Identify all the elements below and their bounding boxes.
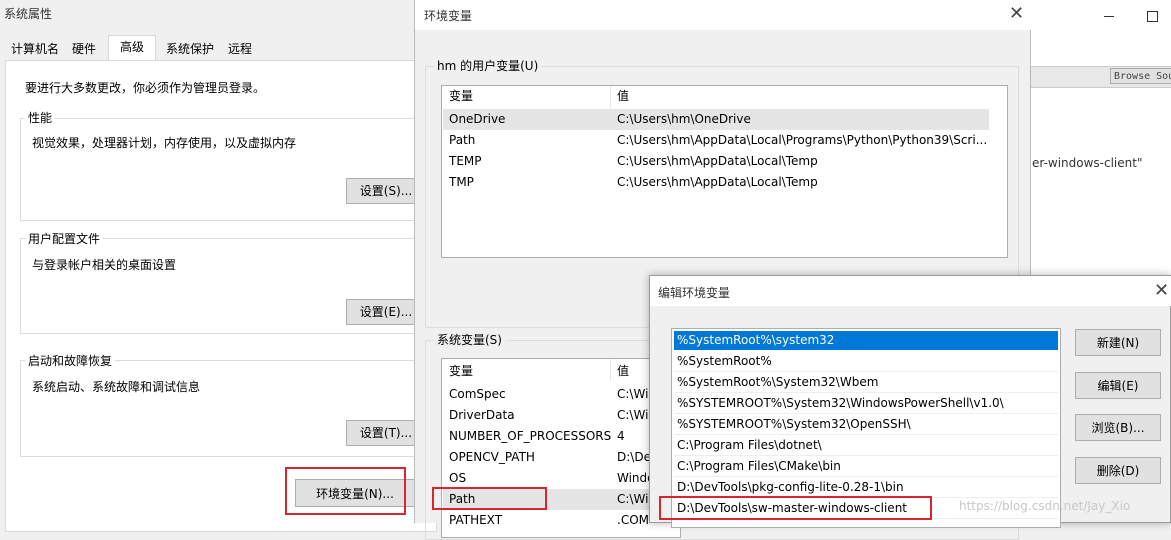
startup-recovery-desc: 系统启动、系统故障和调试信息 <box>32 380 201 394</box>
list-item-value: C:\Wir <box>617 387 654 401</box>
browse-button[interactable]: 浏览(B)... <box>1075 414 1161 441</box>
browse-source-button[interactable]: Browse Sou <box>1110 68 1171 84</box>
close-icon[interactable]: ✕ <box>1154 280 1169 301</box>
maximize-icon[interactable] <box>1147 11 1158 22</box>
list-item[interactable]: Path <box>449 130 475 151</box>
tab-system-protection[interactable]: 系统保护 <box>160 38 220 60</box>
list-item-value: C:\Wir <box>617 492 654 506</box>
list-item-value: .COM <box>617 513 649 527</box>
column-divider <box>610 359 611 381</box>
column-header-variable[interactable]: 变量 <box>449 86 473 107</box>
watermark-text: https://blog.csdn.net/Jay_Xio <box>959 499 1131 513</box>
user-vars-label: hm 的用户变量(U) <box>434 57 542 74</box>
tab-hardware[interactable]: 硬件 <box>66 38 102 60</box>
list-item[interactable]: %SYSTEMROOT%\System32\OpenSSH\ <box>677 414 911 435</box>
list-item-value: C:\Users\hm\OneDrive <box>617 112 751 126</box>
list-item-value: C:\Wir <box>617 408 654 422</box>
list-item[interactable]: C:\Program Files\CMake\bin <box>677 456 841 477</box>
column-header-variable[interactable]: 变量 <box>449 361 473 382</box>
new-button[interactable]: 新建(N) <box>1075 329 1161 356</box>
new-entry-highlight <box>659 496 932 520</box>
column-header-value[interactable]: 值 <box>617 361 629 382</box>
list-item[interactable]: OneDrive <box>449 109 505 130</box>
list-item[interactable]: DriverData <box>449 405 515 426</box>
startup-recovery-label: 启动和故障恢复 <box>25 352 116 369</box>
column-divider <box>610 86 611 108</box>
system-vars-label: 系统变量(S) <box>434 331 505 348</box>
list-item[interactable]: C:\Program Files\dotnet\ <box>677 435 822 456</box>
list-item[interactable]: NUMBER_OF_PROCESSORS <box>449 426 611 447</box>
column-header-value[interactable]: 值 <box>617 86 629 107</box>
performance-label: 性能 <box>25 109 56 126</box>
tab-computer-name[interactable]: 计算机名 <box>6 38 64 60</box>
delete-button[interactable]: 删除(D) <box>1075 457 1161 484</box>
list-item-value: 4 <box>617 429 625 443</box>
list-item-value: C:\Users\hm\AppData\Local\Temp <box>617 175 818 189</box>
env-window-title: 环境变量 <box>424 9 473 23</box>
list-item[interactable]: PATHEXT <box>449 510 502 531</box>
performance-desc: 视觉效果，处理器计划，内存使用，以及虚拟内存 <box>32 136 297 150</box>
env-button-highlight <box>285 467 406 515</box>
list-item[interactable]: TMP <box>449 172 474 193</box>
edit-dialog-title: 编辑环境变量 <box>658 286 731 300</box>
list-item[interactable]: %SystemRoot% <box>677 351 772 372</box>
tab-advanced[interactable]: 高级 <box>108 35 156 61</box>
path-row-highlight <box>432 487 547 510</box>
list-item[interactable]: OPENCV_PATH <box>449 447 535 468</box>
tab-remote[interactable]: 远程 <box>222 38 258 60</box>
list-item[interactable]: %SystemRoot%\system32 <box>677 330 834 351</box>
edit-button[interactable]: 编辑(E) <box>1075 372 1161 399</box>
list-item[interactable]: ComSpec <box>449 384 506 405</box>
window-title: 系统属性 <box>4 7 53 21</box>
env-titlebar <box>415 0 1032 30</box>
edit-env-var-dialog: 编辑环境变量 ✕ %SystemRoot%\system32 %SystemRo… <box>649 275 1171 528</box>
system-properties-window: 系统属性 计算机名 硬件 高级 系统保护 远程 要进行大多数更改，你必须作为管理… <box>0 0 437 532</box>
admin-notice: 要进行大多数更改，你必须作为管理员登录。 <box>25 81 266 95</box>
list-item[interactable]: %SystemRoot%\System32\Wbem <box>677 372 878 393</box>
background-text: er-windows-client" <box>1032 156 1143 170</box>
system-vars-list[interactable]: 变量 值 ComSpec C:\Wir DriverData C:\Wir NU… <box>441 358 681 538</box>
list-item-value: C:\Users\hm\AppData\Local\Temp <box>617 154 818 168</box>
user-profile-desc: 与登录帐户相关的桌面设置 <box>32 258 177 272</box>
list-item[interactable]: D:\DevTools\pkg-config-lite-0.28-1\bin <box>677 477 904 498</box>
close-icon[interactable]: ✕ <box>1009 3 1024 24</box>
list-item[interactable]: OS <box>449 468 466 489</box>
list-item-value: C:\Users\hm\AppData\Local\Programs\Pytho… <box>617 133 988 147</box>
minimize-icon[interactable] <box>1104 16 1114 17</box>
list-item[interactable]: TEMP <box>449 151 482 172</box>
user-profile-label: 用户配置文件 <box>25 230 104 247</box>
list-item[interactable]: %SYSTEMROOT%\System32\WindowsPowerShell\… <box>677 393 1004 414</box>
user-vars-list[interactable]: 变量 值 OneDrive C:\Users\hm\OneDrive Path … <box>441 85 1008 258</box>
